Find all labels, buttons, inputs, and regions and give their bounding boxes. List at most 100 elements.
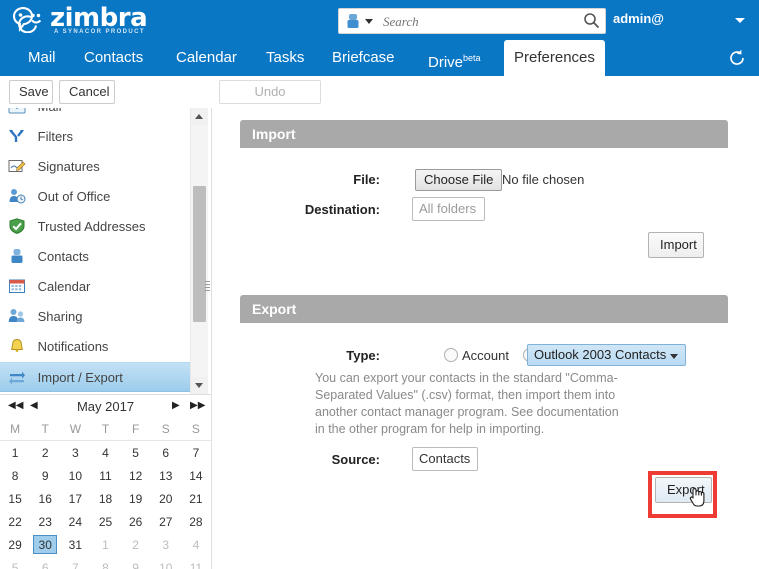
calendar-day-cell[interactable]: 30: [30, 533, 60, 556]
calendar-day-cell[interactable]: 1: [90, 533, 120, 556]
scroll-up-arrow-icon[interactable]: [191, 108, 208, 125]
calendar-day-cell[interactable]: 29: [0, 533, 30, 556]
calendar-day-cell[interactable]: 4: [90, 441, 120, 465]
weekday-label: T: [30, 418, 61, 441]
calendar-day-cell[interactable]: 17: [60, 487, 90, 510]
weekday-label: S: [180, 418, 211, 441]
sidebar-item-label: Mail: [38, 108, 62, 122]
sidebar-item-filters[interactable]: Filters: [0, 122, 196, 152]
tab-label: Drive: [428, 54, 464, 71]
radio-button-icon[interactable]: [444, 348, 458, 362]
account-label: admin@: [613, 11, 664, 26]
calendar-day-cell[interactable]: 1: [0, 441, 30, 465]
calendar-day-cell[interactable]: 19: [121, 487, 151, 510]
calendar-day-cell[interactable]: 5: [0, 556, 30, 569]
calendar-day-cell[interactable]: 24: [60, 510, 90, 533]
sidebar-item-trusted-addresses[interactable]: Trusted Addresses: [0, 212, 196, 242]
sidebar-item-import-export[interactable]: Import / Export: [0, 362, 196, 392]
sidebar-item-out-of-office[interactable]: Out of Office: [0, 182, 196, 212]
scroll-down-arrow-icon[interactable]: [191, 377, 208, 394]
sidebar-scrollbar[interactable]: [190, 108, 208, 394]
sidebar-item-sharing[interactable]: Sharing: [0, 302, 196, 332]
tab-briefcase[interactable]: Briefcase: [322, 40, 405, 76]
tab-calendar[interactable]: Calendar: [166, 40, 247, 76]
calendar-day-cell[interactable]: 31: [60, 533, 90, 556]
calendar-day-cell[interactable]: 22: [0, 510, 30, 533]
calendar-day-cell[interactable]: 20: [151, 487, 181, 510]
sidebar-item-mail[interactable]: Mail: [0, 108, 196, 122]
source-label: Source:: [331, 452, 380, 467]
calendar-day-cell[interactable]: 9: [121, 556, 151, 569]
calendar-day-cell[interactable]: 14: [181, 464, 211, 487]
brand-tagline: A SYNACOR PRODUCT: [54, 29, 145, 35]
calendar-day-cell[interactable]: 3: [151, 533, 181, 556]
calendar-day-cell[interactable]: 5: [121, 441, 151, 465]
calendar-day-cell[interactable]: 11: [181, 556, 211, 569]
export-section-header: Export: [240, 295, 728, 323]
calendar-day-cell[interactable]: 6: [30, 556, 60, 569]
calendar-day-cell[interactable]: 13: [151, 464, 181, 487]
tab-mail[interactable]: Mail: [18, 40, 66, 76]
calendar-day-cell[interactable]: 4: [181, 533, 211, 556]
search-bar[interactable]: [338, 8, 606, 34]
radio-account[interactable]: Account: [444, 348, 519, 363]
calendar-day-cell[interactable]: 2: [30, 441, 60, 465]
zimbra-logo[interactable]: zimbra A SYNACOR PRODUCT: [12, 3, 192, 37]
calendar-day-cell[interactable]: 28: [181, 510, 211, 533]
calendar-day-cell[interactable]: 11: [90, 464, 120, 487]
import-button[interactable]: Import: [648, 232, 704, 258]
next-year-button[interactable]: ▶▶: [190, 401, 205, 411]
calendar-day-cell[interactable]: 9: [30, 464, 60, 487]
undo-changes-button[interactable]: Undo Changes: [219, 80, 321, 121]
sidebar-scrollbar-thumb[interactable]: [193, 186, 206, 322]
calendar-day-cell[interactable]: 8: [90, 556, 120, 569]
sidebar-item-contacts[interactable]: Contacts: [0, 242, 196, 272]
source-field[interactable]: Contacts: [412, 447, 478, 471]
export-section-title: Export: [252, 301, 297, 317]
calendar-day-cell[interactable]: 2: [121, 533, 151, 556]
tab-drive[interactable]: Drivebeta: [418, 40, 491, 76]
calendar-day-cell[interactable]: 26: [121, 510, 151, 533]
calendar-day-cell[interactable]: 8: [0, 464, 30, 487]
chevron-down-icon[interactable]: [365, 19, 373, 24]
choose-file-button[interactable]: Choose File: [415, 169, 503, 191]
export-format-select[interactable]: Outlook 2003 Contacts: [527, 344, 686, 366]
sidebar-item-signatures[interactable]: Signatures: [0, 152, 196, 182]
calendar-day-cell[interactable]: 15: [0, 487, 30, 510]
calendar-day-cell[interactable]: 27: [151, 510, 181, 533]
calendar-day-cell[interactable]: 25: [90, 510, 120, 533]
save-button[interactable]: Save: [9, 80, 53, 104]
calendar-day-cell[interactable]: 7: [181, 441, 211, 465]
no-file-chosen-text: No file chosen: [502, 172, 585, 187]
calendar-day-cell[interactable]: 10: [60, 464, 90, 487]
sidebar-splitter-handle[interactable]: [205, 281, 210, 296]
calendar-day-cell[interactable]: 23: [30, 510, 60, 533]
refresh-icon[interactable]: [727, 48, 747, 68]
calendar-day-cell[interactable]: 16: [30, 487, 60, 510]
destination-field[interactable]: All folders: [412, 197, 485, 221]
account-menu[interactable]: admin@: [613, 11, 664, 26]
person-lock-icon[interactable]: [346, 13, 360, 29]
chevron-down-icon[interactable]: [735, 18, 745, 23]
destination-label: Destination:: [304, 202, 380, 217]
tab-contacts[interactable]: Contacts: [74, 40, 153, 76]
tab-tasks[interactable]: Tasks: [256, 40, 314, 76]
calendar-selected-day[interactable]: 30: [33, 535, 58, 554]
sidebar-bottom-divider: [0, 394, 211, 395]
sidebar-item-calendar[interactable]: Calendar: [0, 272, 196, 302]
sidebar-item-notifications[interactable]: Notifications: [0, 332, 196, 362]
next-month-button[interactable]: ▶: [172, 401, 180, 411]
tab-preferences[interactable]: Preferences: [504, 40, 605, 76]
calendar-day-cell[interactable]: 10: [151, 556, 181, 569]
calendar-day-cell[interactable]: 6: [151, 441, 181, 465]
search-input[interactable]: [381, 11, 581, 33]
calendar-day-cell[interactable]: 3: [60, 441, 90, 465]
calendar-week-row: 5 6 7 8 9 10 11: [0, 556, 211, 569]
calendar-day-cell[interactable]: 18: [90, 487, 120, 510]
calendar-day-cell[interactable]: 7: [60, 556, 90, 569]
chevron-down-icon[interactable]: [670, 354, 678, 359]
cancel-button[interactable]: Cancel: [59, 80, 115, 104]
calendar-day-cell[interactable]: 21: [181, 487, 211, 510]
calendar-day-cell[interactable]: 12: [121, 464, 151, 487]
search-icon[interactable]: [583, 12, 600, 34]
